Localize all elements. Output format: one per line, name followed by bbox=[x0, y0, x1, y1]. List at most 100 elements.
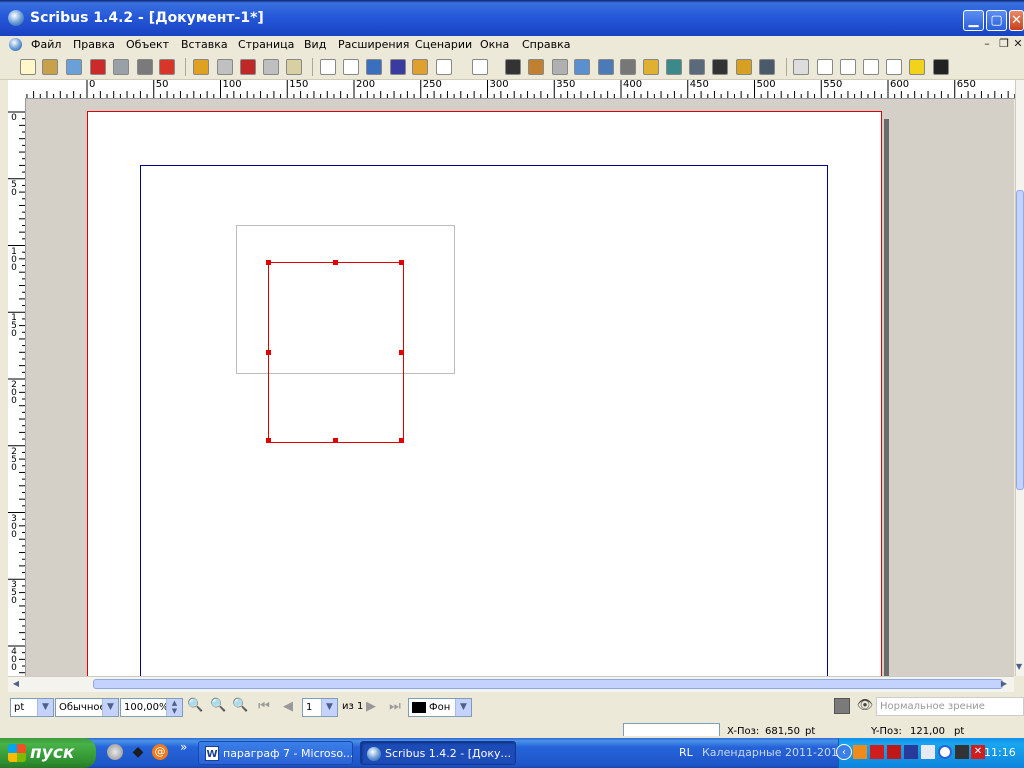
pdf-link-icon[interactable] bbox=[933, 59, 949, 75]
start-button[interactable]: пуск bbox=[0, 738, 96, 768]
unlink-frames-icon[interactable] bbox=[689, 59, 705, 75]
first-page-icon[interactable]: ⏮ bbox=[255, 698, 273, 716]
quicklaunch-browser-icon[interactable] bbox=[107, 744, 123, 760]
menu-page[interactable]: Страница bbox=[238, 38, 294, 51]
vertical-scroll-thumb[interactable] bbox=[1016, 190, 1024, 490]
next-page-icon[interactable]: ▶ bbox=[362, 698, 380, 716]
last-page-icon[interactable]: ⏭ bbox=[386, 698, 404, 716]
open-icon[interactable] bbox=[42, 59, 58, 75]
horizontal-scrollbar[interactable]: ◀ ▶ bbox=[8, 676, 1014, 692]
pdf-listbox-icon[interactable] bbox=[886, 59, 902, 75]
zoom-in-icon[interactable]: 🔍 bbox=[232, 698, 248, 714]
menu-view[interactable]: Вид bbox=[304, 38, 326, 51]
close-button[interactable]: ✕ bbox=[1009, 10, 1024, 31]
resize-handle[interactable] bbox=[333, 438, 338, 443]
close-document-icon[interactable] bbox=[90, 59, 106, 75]
menu-scripts[interactable]: Сценарии bbox=[415, 38, 472, 51]
tray-antivirus-icon[interactable] bbox=[887, 745, 901, 759]
resize-handle[interactable] bbox=[399, 350, 404, 355]
zoom-icon[interactable] bbox=[598, 59, 614, 75]
previous-page-icon[interactable]: ◀ bbox=[279, 698, 297, 716]
scribus-icon[interactable] bbox=[8, 10, 24, 26]
vertical-scrollbar[interactable]: ▼ bbox=[1015, 80, 1024, 676]
tray-volume-icon[interactable] bbox=[955, 745, 969, 759]
pdf-button-icon[interactable] bbox=[793, 59, 809, 75]
undo-icon[interactable] bbox=[193, 59, 209, 75]
vertical-ruler[interactable]: 0 5 0 1 0 0 1 5 0 2 0 0 2 5 0 3 0 0 3 5 0 4 0 0 bbox=[8, 98, 26, 676]
bezier-icon[interactable] bbox=[528, 59, 544, 75]
resize-handle[interactable] bbox=[266, 260, 271, 265]
horizontal-scroll-thumb[interactable] bbox=[93, 679, 1003, 689]
unit-select[interactable]: pt ▼ bbox=[10, 698, 54, 717]
edit-text-icon[interactable] bbox=[620, 59, 636, 75]
quicklaunch-more-icon[interactable]: » bbox=[180, 740, 187, 754]
eyedropper-icon[interactable] bbox=[759, 59, 775, 75]
resize-handle[interactable] bbox=[333, 260, 338, 265]
selected-frame[interactable] bbox=[268, 262, 404, 443]
measure-icon[interactable] bbox=[712, 59, 728, 75]
table-icon[interactable] bbox=[412, 59, 428, 75]
menu-object[interactable]: Объект bbox=[126, 38, 169, 51]
polygon-icon[interactable] bbox=[472, 59, 488, 75]
layer-select[interactable]: Фон ▼ bbox=[408, 698, 472, 717]
pdf-annotation-icon[interactable] bbox=[909, 59, 925, 75]
redo-icon[interactable] bbox=[217, 59, 233, 75]
print-icon[interactable] bbox=[113, 59, 129, 75]
rotate-icon[interactable] bbox=[574, 59, 590, 75]
menu-windows[interactable]: Окна bbox=[480, 38, 509, 51]
copy-properties-icon[interactable] bbox=[736, 59, 752, 75]
tray-display-icon[interactable] bbox=[921, 745, 935, 759]
render-frame-icon[interactable] bbox=[390, 59, 406, 75]
freehand-icon[interactable] bbox=[552, 59, 568, 75]
preview-mode-icon[interactable] bbox=[834, 698, 850, 714]
taskbar-item-scribus[interactable]: Scribus 1.4.2 - [Доку... bbox=[360, 741, 516, 765]
image-frame-icon[interactable] bbox=[366, 59, 382, 75]
zoom-field[interactable]: 100,00% ▲ ▼ bbox=[120, 698, 183, 717]
mdi-restore-button[interactable]: ❐ bbox=[997, 38, 1011, 50]
resize-handle[interactable] bbox=[399, 260, 404, 265]
export-pdf-icon[interactable] bbox=[159, 59, 175, 75]
pdf-textfield-icon[interactable] bbox=[817, 59, 833, 75]
tray-expand-icon[interactable]: ‹ bbox=[836, 744, 852, 760]
quicklaunch-mail-icon[interactable]: @ bbox=[152, 744, 168, 760]
view-mode-select[interactable]: Нормальное зрение bbox=[876, 697, 1024, 716]
scroll-right-arrow[interactable]: ▶ bbox=[998, 678, 1010, 690]
text-frame-icon[interactable] bbox=[343, 59, 359, 75]
line-icon[interactable] bbox=[505, 59, 521, 75]
page-select[interactable]: 1 ▼ bbox=[302, 698, 338, 717]
menu-extras[interactable]: Расширения bbox=[338, 38, 409, 51]
document-canvas[interactable] bbox=[26, 99, 1014, 676]
resize-handle[interactable] bbox=[266, 350, 271, 355]
shape-icon[interactable] bbox=[436, 59, 452, 75]
tray-network-icon[interactable] bbox=[904, 745, 918, 759]
link-frames-icon[interactable] bbox=[666, 59, 682, 75]
quicklaunch-app-icon[interactable]: ◆ bbox=[130, 744, 146, 760]
story-editor-icon[interactable] bbox=[643, 59, 659, 75]
maximize-button[interactable]: ▢ bbox=[986, 10, 1007, 31]
tray-app-icon[interactable] bbox=[853, 745, 867, 759]
scroll-left-arrow[interactable]: ◀ bbox=[10, 678, 22, 690]
cut-icon[interactable] bbox=[240, 59, 256, 75]
menu-insert[interactable]: Вставка bbox=[181, 38, 228, 51]
pdf-combobox-icon[interactable] bbox=[863, 59, 879, 75]
tray-pdf-icon[interactable] bbox=[870, 745, 884, 759]
pdf-checkbox-icon[interactable] bbox=[840, 59, 856, 75]
scroll-down-arrow[interactable]: ▼ bbox=[1016, 660, 1024, 674]
paste-icon[interactable] bbox=[286, 59, 302, 75]
zoom-out-icon[interactable]: 🔍 bbox=[187, 698, 203, 714]
toolbar-label[interactable]: Календарные 2011-2012 bbox=[702, 746, 845, 759]
minimize-button[interactable]: ▁ bbox=[963, 10, 984, 31]
menu-edit[interactable]: Правка bbox=[73, 38, 115, 51]
select-icon[interactable] bbox=[320, 59, 336, 75]
clock[interactable]: 11:16 bbox=[984, 746, 1016, 759]
resize-handle[interactable] bbox=[399, 438, 404, 443]
language-indicator[interactable]: RL bbox=[679, 746, 693, 759]
menu-help[interactable]: Справка bbox=[522, 38, 570, 51]
zoom-100-icon[interactable]: 🔍 bbox=[210, 698, 226, 714]
menu-file[interactable]: Файл bbox=[31, 38, 61, 51]
copy-icon[interactable] bbox=[263, 59, 279, 75]
document-icon[interactable] bbox=[9, 38, 22, 51]
tray-update-icon[interactable] bbox=[938, 745, 952, 759]
taskbar-item-word[interactable]: Wпараграф 7 - Microso... bbox=[198, 741, 353, 765]
resize-handle[interactable] bbox=[266, 438, 271, 443]
